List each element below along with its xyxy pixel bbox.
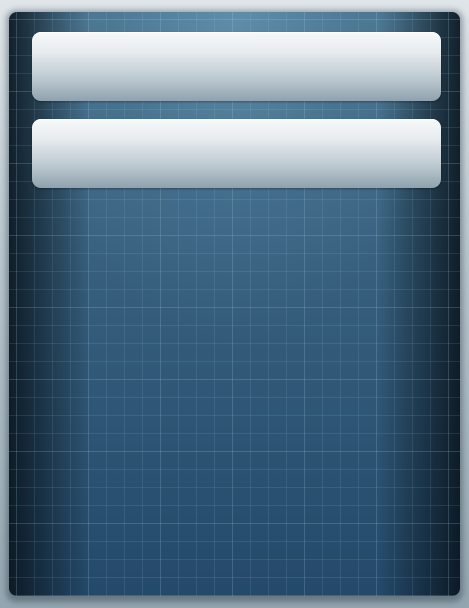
panel-button-1[interactable] (32, 32, 441, 101)
panel-button-2[interactable] (32, 119, 441, 188)
grid-panel (9, 12, 460, 596)
